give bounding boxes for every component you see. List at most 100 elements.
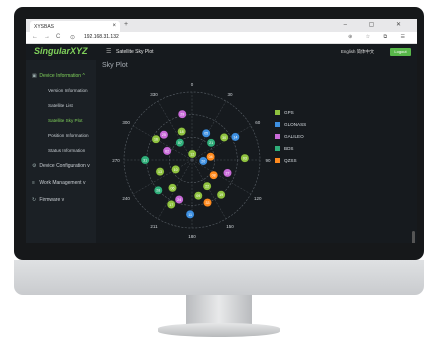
satellite-marker[interactable]: 16 — [151, 134, 161, 144]
browser-nav-bar: ← → C ⊙ 192.168.31.132 ⊕ ☆ ⧉ ☰ — [26, 32, 417, 44]
satellite-prn: 14 — [233, 135, 237, 139]
sidebar-item-work-management[interactable]: ≡ Work Management v — [32, 180, 85, 186]
legend-item[interactable]: GLONASS — [275, 122, 306, 134]
legend-swatch — [275, 122, 280, 127]
scrollbar[interactable] — [412, 231, 415, 243]
satellite-prn: 29 — [180, 113, 184, 117]
satellite-marker[interactable]: 18 — [177, 127, 187, 137]
site-info-icon[interactable]: ⊙ — [70, 34, 75, 41]
satellite-marker[interactable]: 31 — [140, 155, 150, 165]
tab-title: XYSBAS — [34, 24, 55, 30]
satellite-prn: 27 — [225, 171, 229, 175]
satellite-marker[interactable]: 28 — [153, 185, 163, 195]
satellite-prn: 06 — [170, 186, 174, 190]
sidebar-item-label: Device Configuration — [39, 163, 86, 169]
satellite-marker[interactable]: 22 — [202, 181, 212, 191]
list-icon: ≡ — [32, 180, 35, 186]
satellite-marker[interactable]: 04 — [206, 152, 216, 162]
azimuth-label: 60 — [255, 120, 261, 125]
satellite-prn: 17 — [169, 203, 173, 207]
sky-plot-satellites: 12 05 21 30 14 03 27 08 19 22 33 09 11 24 17 06 28 13 31 02… — [140, 109, 250, 219]
satellite-marker[interactable]: 19 — [216, 190, 226, 200]
satellite-marker[interactable]: 11 — [185, 209, 195, 219]
brand-logo: SingularXYZ — [34, 46, 88, 56]
satellite-marker[interactable]: 24 — [174, 195, 184, 204]
sidebar-item-device-configuration[interactable]: ⚙ Device Configuration v — [32, 163, 90, 169]
satellite-prn: 12 — [190, 152, 194, 156]
azimuth-label: 211 — [150, 224, 158, 229]
window-controls[interactable]: – ▢ ✕ — [344, 21, 411, 28]
new-tab-icon[interactable]: + — [124, 21, 128, 28]
legend-item[interactable]: QZSS — [275, 158, 306, 170]
satellite-marker[interactable]: 27 — [223, 168, 232, 178]
satellite-marker[interactable]: 09 — [193, 191, 203, 201]
sidebar-subitem-satellite-list[interactable]: Satellite List — [48, 103, 73, 108]
browser-toolbar-icons[interactable]: ⊕ ☆ ⧉ ☰ — [348, 34, 411, 40]
satellite-marker[interactable]: 30 — [219, 133, 229, 142]
legend-label: GALILEO — [284, 134, 304, 139]
satellite-prn: 28 — [156, 189, 160, 193]
azimuth-label: 90 — [265, 158, 271, 163]
satellite-marker[interactable]: 21 — [206, 138, 216, 148]
sidebar-subitem-version-information[interactable]: Version Information — [48, 88, 88, 93]
satellite-prn: 08 — [212, 174, 216, 178]
menu-toggle-icon[interactable]: ☰ — [106, 48, 111, 55]
satellite-marker[interactable]: 02 — [162, 146, 172, 156]
satellite-marker[interactable]: 07 — [175, 138, 185, 148]
legend-swatch — [275, 134, 280, 139]
sidebar-subitem-satellite-sky-plot[interactable]: Satellite Sky Plot — [48, 118, 82, 123]
satellite-marker[interactable]: 05 — [201, 128, 211, 138]
satellite-marker[interactable]: 25 — [159, 130, 169, 140]
satellite-marker[interactable]: 33 — [203, 198, 212, 207]
sidebar-item-label: Firmware — [39, 197, 61, 203]
azimuth-label: 180 — [188, 234, 196, 239]
satellite-prn: 22 — [205, 185, 209, 189]
azimuth-label: 120 — [254, 196, 262, 201]
forward-icon[interactable]: → — [44, 34, 50, 40]
reload-icon[interactable]: C — [56, 34, 60, 40]
monitor-stand-base — [158, 323, 280, 337]
satellite-marker[interactable]: 12 — [187, 149, 197, 159]
monitor-screen: XYSBAS × + – ▢ ✕ ← → C ⊙ 192.168.31.132 … — [26, 19, 417, 243]
address-bar[interactable]: 192.168.31.132 — [84, 34, 119, 40]
back-icon[interactable]: ← — [32, 34, 38, 40]
satellite-prn: 02 — [165, 149, 169, 153]
sidebar-subitem-position-information[interactable]: Position Information — [48, 133, 89, 138]
azimuth-label: 330 — [150, 92, 158, 97]
tab-close-icon[interactable]: × — [112, 23, 116, 29]
legend-label: GLONASS — [284, 122, 307, 127]
satellite-marker[interactable]: 10 — [171, 165, 181, 174]
satellite-prn: 10 — [174, 168, 178, 172]
satellite-prn: 16 — [154, 138, 158, 142]
legend-item[interactable]: GALILEO — [275, 134, 306, 146]
legend-item[interactable]: BDS — [275, 146, 306, 158]
header-page-name: Satellite Sky Plot — [116, 49, 154, 55]
sidebar-subitem-status-information[interactable]: Status Information — [48, 148, 85, 153]
satellite-prn: 21 — [209, 141, 213, 145]
browser-tab-bar: XYSBAS × + – ▢ ✕ — [26, 19, 417, 32]
azimuth-spoke — [132, 159, 193, 195]
main-content: Sky Plot 0 30 60 90 120 150 180 211 240 270 300 330… — [96, 60, 417, 243]
sidebar: ▣ Device Information ^ Version Informati… — [26, 60, 96, 243]
satellite-marker[interactable]: 14 — [230, 132, 240, 142]
language-switch[interactable]: English 简体中文 — [341, 49, 374, 55]
legend-label: BDS — [284, 146, 294, 151]
satellite-marker[interactable]: 20 — [198, 156, 208, 166]
sidebar-item-firmware[interactable]: ↻ Firmware v — [32, 197, 64, 203]
browser-tab[interactable]: XYSBAS × — [30, 21, 120, 32]
satellite-marker[interactable]: 17 — [166, 200, 176, 209]
gear-icon: ⚙ — [32, 163, 37, 169]
satellite-marker[interactable]: 06 — [168, 183, 177, 193]
monitor-mockup: XYSBAS × + – ▢ ✕ ← → C ⊙ 192.168.31.132 … — [0, 0, 435, 347]
satellite-marker[interactable]: 13 — [155, 167, 165, 177]
logout-button[interactable]: Logout — [390, 48, 411, 56]
sidebar-item-device-information[interactable]: ▣ Device Information ^ — [32, 73, 85, 79]
azimuth-label: 0 — [191, 82, 194, 87]
satellite-marker[interactable]: 08 — [209, 170, 219, 180]
azimuth-label: 270 — [112, 158, 120, 163]
satellite-prn: 03 — [243, 157, 247, 161]
satellite-marker[interactable]: 03 — [240, 153, 250, 163]
legend-swatch — [275, 110, 280, 115]
legend-item[interactable]: GPS — [275, 110, 306, 122]
satellite-marker[interactable]: 29 — [177, 109, 187, 119]
